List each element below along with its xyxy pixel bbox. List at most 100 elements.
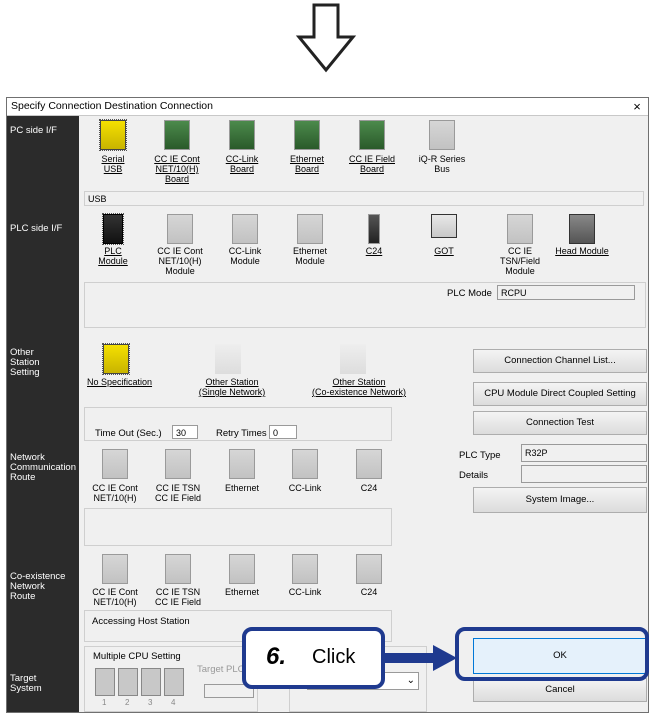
pc-item-cc-link-board[interactable]: CC-Link Board — [213, 154, 271, 174]
c24-icon[interactable] — [368, 214, 380, 244]
coex-item-cc-link[interactable]: CC-Link — [275, 587, 335, 597]
section-target-system-line: System — [10, 683, 42, 694]
section-other-station: Other Station Setting — [10, 348, 40, 378]
net-cc-ie-cont-icon[interactable] — [102, 449, 128, 479]
plc-type-label: PLC Type — [459, 450, 501, 461]
plc-module-icon[interactable] — [102, 213, 124, 245]
section-network-route-line: Route — [10, 472, 36, 483]
coex-item-cc-ie-tsn[interactable]: CC IE TSN CC IE Field — [148, 587, 208, 607]
plc-item-head-module[interactable]: Head Module — [547, 246, 617, 256]
plc-mode-label: PLC Mode — [447, 288, 492, 299]
close-icon[interactable]: × — [627, 98, 647, 115]
timeout-label: Time Out (Sec.) — [95, 428, 162, 439]
coex-ethernet-icon[interactable] — [229, 554, 255, 584]
pc-item-serial-usb[interactable]: Serial USB — [85, 154, 141, 174]
cc-ie-tsn-field-module-icon[interactable] — [507, 214, 533, 244]
net-c24-icon[interactable] — [356, 449, 382, 479]
timeout-input[interactable]: 30 — [172, 425, 198, 439]
cpu-number-2: 2 — [125, 698, 130, 707]
no-specification-icon[interactable] — [102, 343, 130, 375]
plc-item-cc-ie-cont-module[interactable]: CC IE Cont NET/10(H) Module — [150, 246, 210, 276]
target-plc-label: Target PLC — [197, 664, 245, 675]
section-plc-side: PLC side I/F — [10, 223, 63, 234]
callout-text: Click — [312, 646, 356, 668]
coex-cc-link-icon[interactable] — [292, 554, 318, 584]
ethernet-module-icon[interactable] — [297, 214, 323, 244]
cc-ie-cont-module-icon[interactable] — [167, 214, 193, 244]
cpu-slot-2[interactable] — [118, 668, 138, 696]
net-ethernet-icon[interactable] — [229, 449, 255, 479]
coex-item-c24[interactable]: C24 — [339, 587, 399, 597]
plc-item-ethernet-module[interactable]: Ethernet Module — [280, 246, 340, 266]
section-target-system: Target System — [10, 674, 42, 694]
section-coexist-route-line: Route — [10, 591, 36, 602]
coex-c24-icon[interactable] — [356, 554, 382, 584]
other-station-coexist-icon[interactable] — [340, 344, 366, 374]
click-callout: 6. Click — [242, 627, 385, 689]
other-item-coexist-network[interactable]: Other Station (Co-existence Network) — [307, 377, 411, 397]
cpu-slot-4[interactable] — [164, 668, 184, 696]
details-field — [521, 465, 647, 483]
section-other-station-line: Setting — [10, 367, 40, 378]
serial-usb-icon[interactable] — [99, 119, 127, 151]
net-item-c24[interactable]: C24 — [339, 483, 399, 493]
connection-test-button[interactable]: Connection Test — [473, 411, 647, 435]
plc-item-got[interactable]: GOT — [422, 246, 466, 256]
dialog-titlebar: Specify Connection Destination Connectio… — [7, 98, 648, 116]
dialog-title: Specify Connection Destination Connectio… — [11, 100, 213, 112]
plc-type-field: R32P — [521, 444, 647, 462]
section-pc-side: PC side I/F — [10, 125, 57, 136]
cc-ie-field-board-icon[interactable] — [359, 120, 385, 150]
head-module-icon[interactable] — [569, 214, 595, 244]
plc-item-cc-ie-tsn-field[interactable]: CC IE TSN/Field Module — [490, 246, 550, 276]
net-item-cc-link[interactable]: CC-Link — [275, 483, 335, 493]
other-item-single-network[interactable]: Other Station (Single Network) — [187, 377, 277, 397]
cc-ie-cont-board-icon[interactable] — [164, 120, 190, 150]
cpu-number-4: 4 — [171, 698, 176, 707]
network-route-panel — [84, 508, 392, 546]
pc-item-iq-r-bus[interactable]: iQ-R Series Bus — [409, 154, 475, 174]
coexist-status-text: Accessing Host Station — [92, 616, 190, 627]
retry-label: Retry Times — [216, 428, 267, 439]
pc-side-selected-info: USB — [84, 191, 644, 206]
other-item-no-specification[interactable]: No Specification — [87, 377, 167, 387]
cpu-number-3: 3 — [148, 698, 153, 707]
coex-item-cc-ie-cont[interactable]: CC IE Cont NET/10(H) — [85, 587, 145, 607]
details-label: Details — [459, 470, 489, 481]
plc-mode-field: RCPU — [497, 285, 635, 300]
cc-link-board-icon[interactable] — [229, 120, 255, 150]
other-station-single-icon[interactable] — [215, 344, 241, 374]
plc-item-cc-link-module[interactable]: CC-Link Module — [215, 246, 275, 266]
iq-r-series-bus-icon[interactable] — [429, 120, 455, 150]
cpu-slot-3[interactable] — [141, 668, 161, 696]
direct-coupled-setting-button[interactable]: CPU Module Direct Coupled Setting — [473, 382, 647, 406]
net-item-cc-ie-cont[interactable]: CC IE Cont NET/10(H) — [85, 483, 145, 503]
coex-item-ethernet[interactable]: Ethernet — [212, 587, 272, 597]
callout-step-number: 6. — [266, 643, 287, 670]
net-cc-link-icon[interactable] — [292, 449, 318, 479]
cpu-number-1: 1 — [102, 698, 107, 707]
net-item-ethernet[interactable]: Ethernet — [212, 483, 272, 493]
section-coexist-route: Co-existence Network Route — [10, 572, 65, 602]
section-label-column: PC side I/F PLC side I/F Other Station S… — [7, 116, 79, 712]
retry-input[interactable]: 0 — [269, 425, 297, 439]
coex-cc-ie-tsn-icon[interactable] — [165, 554, 191, 584]
down-arrow-icon — [295, 3, 357, 73]
pc-item-ethernet-board[interactable]: Ethernet Board — [277, 154, 337, 174]
coex-cc-ie-cont-icon[interactable] — [102, 554, 128, 584]
ethernet-board-icon[interactable] — [294, 120, 320, 150]
plc-item-c24[interactable]: C24 — [352, 246, 396, 256]
net-cc-ie-tsn-icon[interactable] — [165, 449, 191, 479]
cancel-button[interactable]: Cancel — [473, 678, 647, 702]
connection-channel-list-button[interactable]: Connection Channel List... — [473, 349, 647, 373]
got-icon[interactable] — [431, 214, 457, 238]
chevron-down-icon: ⌄ — [406, 675, 415, 686]
net-item-cc-ie-tsn[interactable]: CC IE TSN CC IE Field — [148, 483, 208, 503]
plc-item-plc-module[interactable]: PLC Module — [85, 246, 141, 266]
cc-link-module-icon[interactable] — [232, 214, 258, 244]
system-image-button[interactable]: System Image... — [473, 487, 647, 513]
pc-item-cc-ie-cont-board[interactable]: CC IE Cont NET/10(H) Board — [147, 154, 207, 184]
multiple-cpu-label: Multiple CPU Setting — [91, 651, 183, 662]
pc-item-cc-ie-field-board[interactable]: CC IE Field Board — [342, 154, 402, 174]
cpu-slot-1[interactable] — [95, 668, 115, 696]
